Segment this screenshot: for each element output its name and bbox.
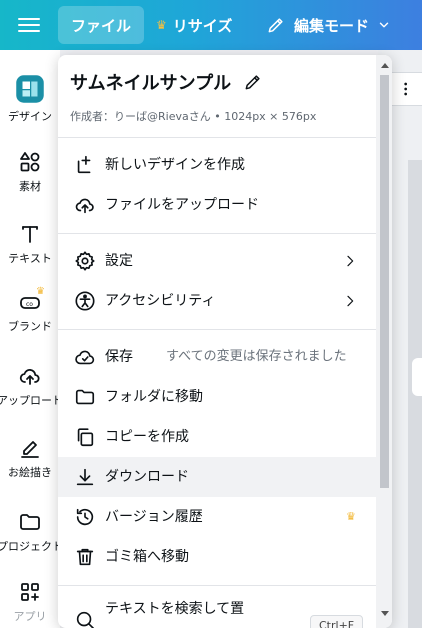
divider [58, 233, 378, 234]
menu-item-label: 設定 [105, 253, 133, 269]
rail-item-text[interactable]: テキスト [0, 222, 60, 266]
new-design-icon [77, 155, 91, 174]
design-title: サムネイルサンプル [70, 73, 232, 94]
design-meta: 作成者：りーば@Rievaさん • 1024px × 576px [70, 110, 317, 123]
file-menu-dropdown: サムネイルサンプル 作成者：りーば@Rievaさん • 1024px × 576… [58, 55, 392, 628]
menu-item-save[interactable]: 保存 すべての変更は保存されました [58, 337, 378, 377]
design-title-row[interactable]: サムネイルサンプル [70, 69, 263, 95]
apps-icon [21, 583, 39, 601]
scrollbar-thumb[interactable] [380, 75, 389, 488]
menu-item-make-copy[interactable]: コピーを作成 [58, 417, 378, 457]
rail-label: お絵描き [8, 466, 52, 479]
rail-item-projects[interactable]: プロジェクト [0, 510, 63, 554]
file-menu-button[interactable]: ファイル [58, 6, 144, 44]
trash-icon [76, 548, 94, 566]
menu-content: サムネイルサンプル 作成者：りーば@Rievaさん • 1024px × 576… [58, 55, 378, 628]
rail-item-design[interactable]: デザイン [0, 74, 60, 124]
edit-mode-button[interactable]: 編集モード [266, 6, 391, 44]
scroll-down-arrow[interactable] [381, 611, 389, 616]
menu-item-label: アクセシビリティ [105, 293, 216, 309]
shortcut-badge: Ctrl+F [310, 615, 364, 628]
divider [58, 329, 378, 330]
gear-icon [75, 251, 95, 271]
divider [58, 137, 378, 138]
rail-item-draw[interactable]: お絵描き [0, 436, 60, 480]
text-icon [22, 226, 38, 243]
rail-label: プロジェクト [0, 540, 63, 553]
save-status: すべての変更は保存されました [166, 349, 347, 364]
menu-item-version-history[interactable]: バージョン履歴 ♛ [58, 497, 378, 537]
menu-item-move-folder[interactable]: フォルダに移動 [58, 377, 378, 417]
resize-label: リサイズ [172, 16, 233, 35]
chevron-down-icon [379, 22, 389, 28]
menu-item-label: 保存 [105, 349, 133, 365]
draw-icon [21, 441, 39, 458]
side-panel-handle[interactable] [412, 358, 422, 396]
divider [58, 585, 378, 586]
resize-button[interactable]: ♛ リサイズ [156, 6, 232, 44]
menu-item-trash[interactable]: ゴミ箱へ移動 [58, 537, 378, 577]
menu-item-download[interactable]: ダウンロード [58, 457, 378, 497]
accessibility-icon [75, 291, 95, 311]
crown-icon: ♛ [156, 18, 167, 32]
rail-label: アップロード [0, 394, 63, 407]
edit-mode-label: 編集モード [294, 16, 370, 35]
pencil-icon [268, 18, 283, 33]
folder-icon [20, 514, 40, 530]
chevron-right-icon [347, 255, 354, 267]
menu-item-label: ファイルをアップロード [105, 197, 259, 213]
rail-label: テキスト [8, 252, 52, 265]
menu-item-create-design[interactable]: 新しいデザインを作成 [58, 145, 378, 185]
search-icon [76, 611, 95, 628]
design-icon [16, 75, 44, 103]
scroll-up-arrow[interactable] [381, 63, 389, 68]
menu-icon[interactable] [18, 14, 40, 36]
menu-item-find-replace[interactable]: テキストを検索して置 Ctrl+F [58, 593, 378, 628]
history-icon [76, 508, 94, 526]
menu-item-upload-file[interactable]: ファイルをアップロード [58, 185, 378, 225]
menu-scrollbar[interactable] [376, 55, 392, 628]
menu-item-label: 新しいデザインを作成 [105, 157, 245, 173]
menu-item-label: ダウンロード [105, 469, 189, 485]
rail-label: アプリ [13, 610, 47, 623]
cloud-check-icon [75, 350, 95, 365]
pencil-icon[interactable] [243, 72, 263, 92]
rail-item-brand[interactable]: co ♛ ブランド [0, 286, 60, 334]
rail-label: ブランド [8, 320, 52, 333]
menu-item-accessibility[interactable]: アクセシビリティ [58, 281, 378, 321]
rail-item-elements[interactable]: 素材 [0, 150, 60, 194]
rail-label: デザイン [8, 110, 52, 123]
top-bar: ファイル ♛ リサイズ 編集モード [0, 0, 422, 50]
menu-item-label: ゴミ箱へ移動 [105, 549, 189, 565]
copy-icon [77, 428, 94, 447]
menu-item-label: テキストを検索して置 [105, 601, 245, 617]
chevron-right-icon [347, 295, 354, 307]
cloud-upload-icon [19, 369, 40, 385]
menu-item-label: コピーを作成 [105, 429, 189, 445]
left-rail: デザイン 素材 テキスト co ♛ ブランド アップロード お絵描き プロジェク… [0, 50, 63, 628]
menu-item-label: フォルダに移動 [105, 389, 203, 405]
rail-label: 素材 [19, 180, 41, 193]
svg-text:co: co [26, 301, 33, 308]
shapes-icon [20, 152, 40, 172]
menu-item-settings[interactable]: 設定 [58, 241, 378, 281]
cloud-upload-icon [75, 198, 94, 214]
download-icon [76, 468, 94, 486]
rail-item-apps[interactable]: アプリ [0, 580, 60, 624]
menu-header: サムネイルサンプル 作成者：りーば@Rievaさん • 1024px × 576… [58, 55, 378, 137]
folder-icon [75, 389, 95, 405]
rail-item-uploads[interactable]: アップロード [0, 364, 63, 408]
menu-item-label: バージョン履歴 [105, 509, 203, 525]
crown-icon: ♛ [36, 286, 45, 297]
crown-icon: ♛ [346, 510, 356, 523]
kebab-icon [403, 82, 407, 96]
